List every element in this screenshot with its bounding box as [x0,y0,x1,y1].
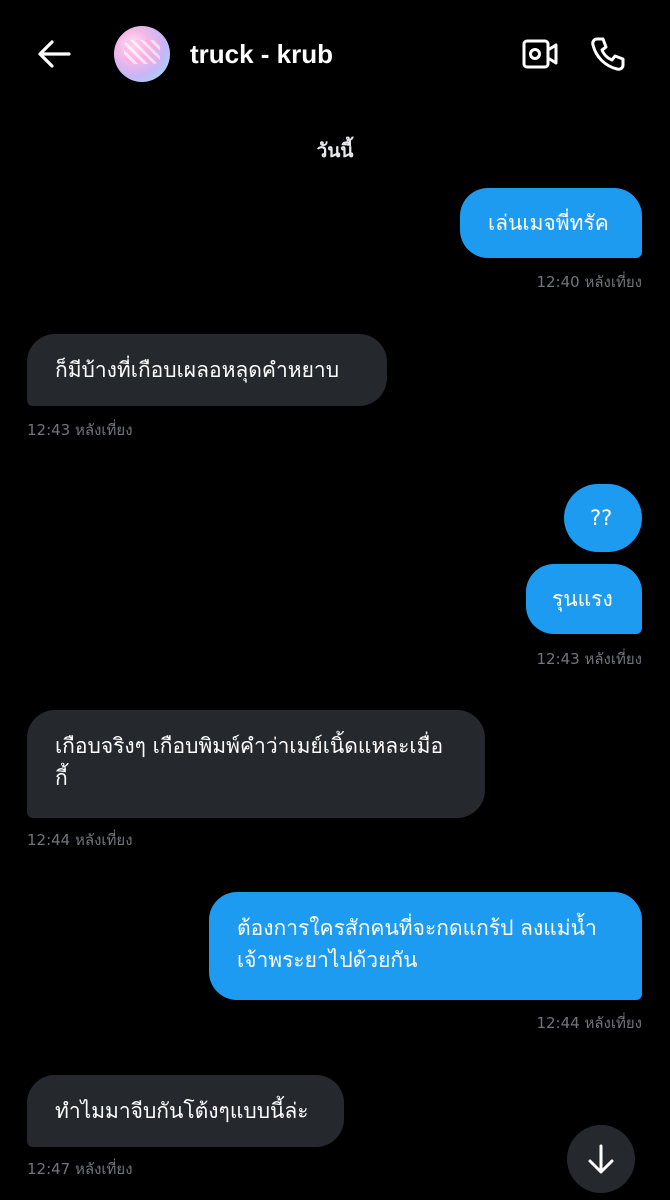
date-divider: วันนี้ [316,140,354,162]
chat-header: truck - krub [0,0,670,108]
back-button[interactable] [34,36,74,72]
message-timestamp: 12:44 หลังเที่ยง [536,1014,642,1032]
message-timestamp: 12:40 หลังเที่ยง [536,273,642,291]
phone-icon [591,37,625,71]
message-text-line: ต้องการใครสักคนที่จะกดแกร้ป ลงแม่น้ำ [237,916,597,940]
arrow-left-icon [38,40,71,68]
message-timestamp: 12:47 หลังเที่ยง [27,1160,133,1178]
message-text-line: เจ้าพระยาไปด้วยกัน [237,948,418,972]
message-text: ?? [590,506,613,530]
video-camera-icon [522,39,558,69]
message-bubble-outgoing[interactable]: เล่นเมจพี่ทรัค [460,188,642,258]
message-text-line: กี้ [55,766,68,790]
message-text: รุนแรง [552,587,613,611]
message-text: ทำไมมาจีบกันโต้งๆแบบนี้ล่ะ [55,1099,309,1123]
message-text: ก็มีบ้างที่เกือบเผลอหลุดคำหยาบ [55,358,340,382]
video-call-button[interactable] [520,34,560,74]
scroll-to-bottom-button[interactable] [567,1125,635,1193]
message-bubble-outgoing[interactable]: ต้องการใครสักคนที่จะกดแกร้ป ลงแม่น้ำ เจ้… [209,892,642,1000]
message-bubble-outgoing[interactable]: ?? [564,484,642,552]
message-timestamp: 12:44 หลังเที่ยง [27,831,133,849]
arrow-down-icon [588,1144,614,1174]
voice-call-button[interactable] [588,34,628,74]
message-text-line: เกือบจริงๆ เกือบพิมพ์คำว่าเมย์เนิ้ดแหละเ… [55,734,444,758]
message-bubble-outgoing[interactable]: รุนแรง [526,564,642,634]
message-timestamp: 12:43 หลังเที่ยง [536,650,642,668]
message-bubble-incoming[interactable]: ทำไมมาจีบกันโต้งๆแบบนี้ล่ะ [27,1075,344,1147]
conversation-title[interactable]: truck - krub [190,36,333,72]
message-bubble-incoming[interactable]: ก็มีบ้างที่เกือบเผลอหลุดคำหยาบ [27,334,387,406]
message-bubble-incoming[interactable]: เกือบจริงๆ เกือบพิมพ์คำว่าเมย์เนิ้ดแหละเ… [27,710,485,818]
message-text: เล่นเมจพี่ทรัค [488,211,609,235]
message-timestamp: 12:43 หลังเที่ยง [27,421,133,439]
avatar[interactable] [114,26,170,82]
